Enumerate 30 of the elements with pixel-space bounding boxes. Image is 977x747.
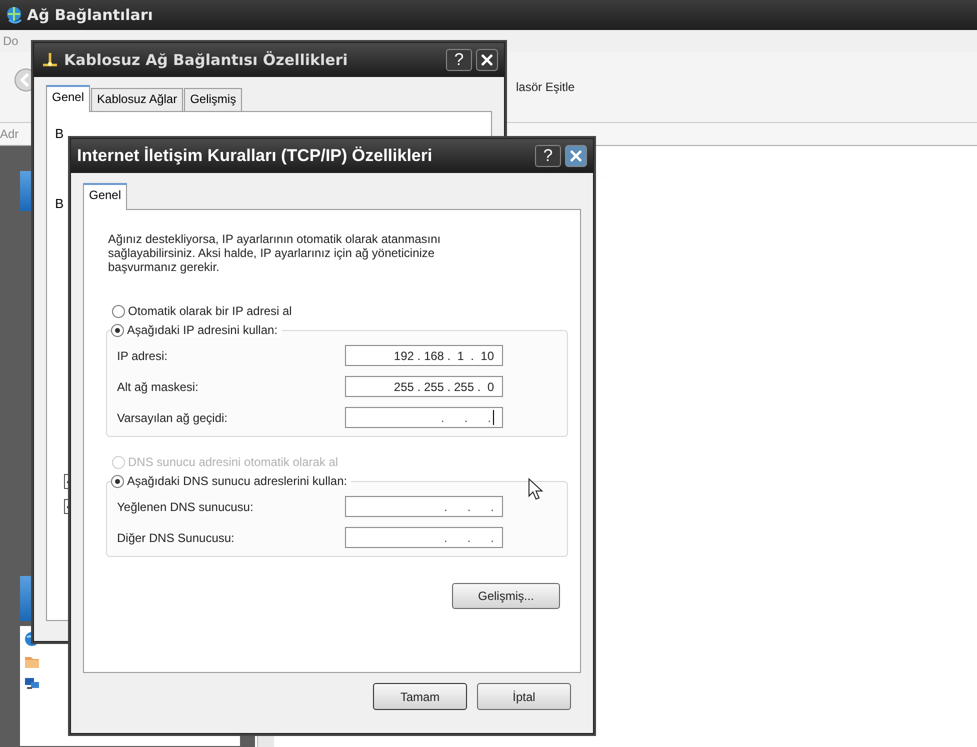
cancel-button[interactable]: İptal bbox=[477, 683, 571, 710]
ip-address-field[interactable]: . . . bbox=[345, 407, 503, 428]
ip-address-field[interactable]: 192 . 168 . 1 . 10 bbox=[345, 345, 503, 366]
tab[interactable]: Genel bbox=[83, 183, 128, 210]
field-label: IP adresi: bbox=[117, 348, 168, 362]
dialog-title: Internet İletişim Kuralları (TCP/IP) Özellikleri bbox=[77, 146, 432, 166]
radio-button[interactable]: Otomatik olarak bir IP adresi al bbox=[112, 304, 292, 318]
toolbar-button[interactable]: lasör Eşitle bbox=[516, 80, 575, 94]
ip-address-field[interactable]: . . . bbox=[345, 527, 503, 548]
tab[interactable]: Kablosuz Ağlar bbox=[91, 88, 184, 111]
window-title: Ağ Bağlantıları bbox=[27, 6, 153, 24]
field-label: Alt ağ maskesi: bbox=[117, 380, 200, 394]
field-label: Varsayılan ağ geçidi: bbox=[117, 410, 229, 424]
dialog-title: Kablosuz Ağ Bağlantısı Özellikleri bbox=[64, 51, 348, 69]
field-label: B bbox=[55, 126, 64, 141]
address-label: Adr bbox=[0, 127, 19, 141]
advanced-button[interactable]: Gelişmiş... bbox=[452, 583, 560, 609]
tab[interactable]: Genel bbox=[46, 85, 90, 112]
ip-address-field[interactable]: 255 . 255 . 255 . 0 bbox=[345, 376, 503, 397]
radio-button[interactable]: Aşağıdaki IP adresini kullan: bbox=[111, 323, 282, 337]
ip-address-field[interactable]: . . . bbox=[345, 496, 503, 517]
ok-button[interactable]: Tamam bbox=[373, 683, 467, 710]
help-button[interactable]: ? bbox=[446, 49, 472, 71]
help-button[interactable]: ? bbox=[535, 145, 561, 167]
field-label: Diğer DNS Sunucusu: bbox=[117, 530, 236, 544]
field-label: B bbox=[55, 196, 64, 211]
description-text: Ağınız destekliyorsa, IP ayarlarının otomatik olarak atanmasını sağlayabilirsiniz. Aksi halde, IP ayarlarınız için ağ yöneticinize başvurmanız gerekir. bbox=[108, 232, 442, 274]
tab[interactable]: Gelişmiş bbox=[184, 88, 242, 111]
field-label: Yeğlenen DNS sunucusu: bbox=[117, 500, 254, 514]
radio-button[interactable]: Aşağıdaki DNS sunucu adreslerini kullan: bbox=[111, 474, 352, 488]
